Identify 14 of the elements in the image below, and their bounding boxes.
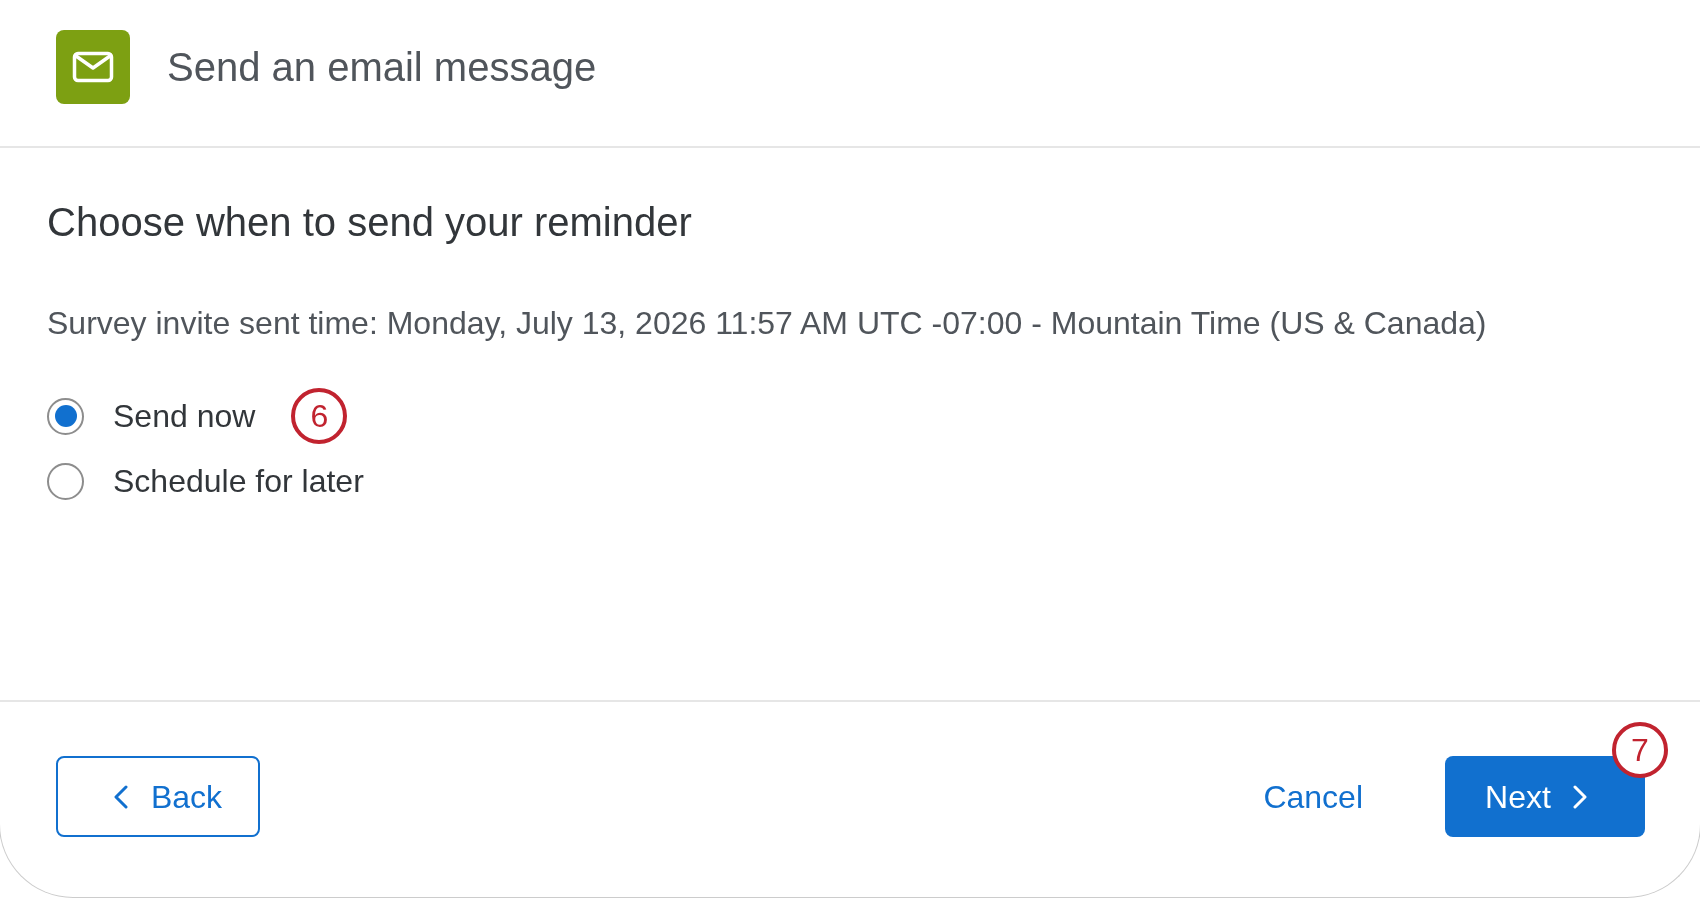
radio-button[interactable] xyxy=(47,462,84,500)
cancel-button[interactable]: Cancel xyxy=(1247,756,1379,837)
back-button[interactable]: Back xyxy=(56,756,260,837)
option-label: Schedule for later xyxy=(113,462,364,501)
chevron-right-icon xyxy=(1572,784,1587,809)
dialog-title: Send an email message xyxy=(167,44,597,91)
chevron-left-icon xyxy=(113,784,128,809)
annotation-marker: 6 xyxy=(291,388,348,444)
radio-button[interactable] xyxy=(47,397,84,435)
annotation-marker: 7 xyxy=(1612,722,1668,778)
section-heading: Choose when to send your reminder xyxy=(47,199,692,246)
envelope-icon xyxy=(56,30,130,104)
option-label: Send now xyxy=(113,397,256,436)
sent-time-info: Survey invite sent time: Monday, July 13, 2026 11:57 AM UTC -07:00 - Mountain Time (US & Canada) xyxy=(47,304,1487,343)
